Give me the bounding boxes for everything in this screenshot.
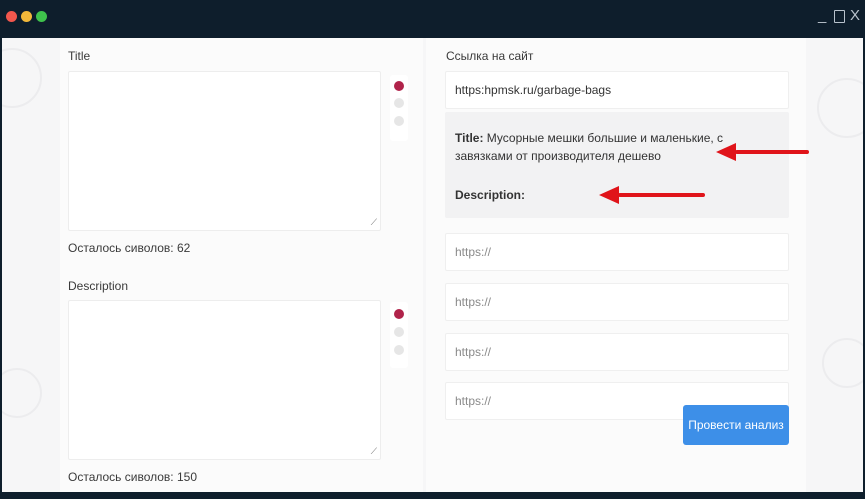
resize-handle-icon[interactable]: ⟋: [371, 217, 377, 228]
title-textarea[interactable]: ⟋: [68, 71, 381, 231]
background-decoration: [2, 48, 42, 108]
description-indicator: [390, 302, 408, 368]
background-decoration: [822, 338, 863, 388]
maximize-traffic-light[interactable]: [36, 11, 47, 22]
title-char-counter: Осталось сиволов: 62: [68, 241, 191, 255]
description-char-counter: Осталось сиволов: 150: [68, 470, 197, 484]
resize-handle-icon[interactable]: ⟋: [371, 446, 377, 457]
description-label: Description: [68, 279, 129, 293]
minimize-icon[interactable]: _: [818, 8, 826, 24]
background-decoration: [2, 368, 42, 418]
indicator-dot: [394, 116, 404, 126]
arrow-head-icon: [716, 143, 736, 161]
preview-description: Description:: [455, 188, 526, 202]
arrow-head-icon: [599, 186, 619, 204]
window-titlebar: _ X: [0, 0, 865, 37]
maximize-icon[interactable]: [834, 10, 845, 23]
analyze-button[interactable]: Провести анализ: [683, 405, 789, 445]
annotation-arrow: [618, 193, 705, 197]
minimize-traffic-light[interactable]: [21, 11, 32, 22]
annotation-arrow: [735, 150, 809, 154]
indicator-dot: [394, 327, 404, 337]
site-link-label: Ссылка на сайт: [446, 49, 534, 63]
competitor-url-input[interactable]: https://: [445, 333, 789, 371]
site-url-input[interactable]: https:hpmsk.ru/garbage-bags: [445, 71, 789, 109]
background-decoration: [817, 78, 863, 138]
description-textarea[interactable]: ⟋: [68, 300, 381, 460]
competitor-url-input[interactable]: https://: [445, 283, 789, 321]
title-label: Title: [68, 49, 91, 63]
close-icon[interactable]: X: [850, 8, 860, 24]
indicator-dot: [394, 98, 404, 108]
preview-title: Title: Мусорные мешки большие и маленьки…: [455, 131, 724, 163]
indicator-dot-active: [394, 309, 404, 319]
indicator-dot: [394, 345, 404, 355]
close-traffic-light[interactable]: [6, 11, 17, 22]
title-indicator: [390, 75, 408, 141]
indicator-dot-active: [394, 81, 404, 91]
competitor-url-input[interactable]: https://: [445, 233, 789, 271]
